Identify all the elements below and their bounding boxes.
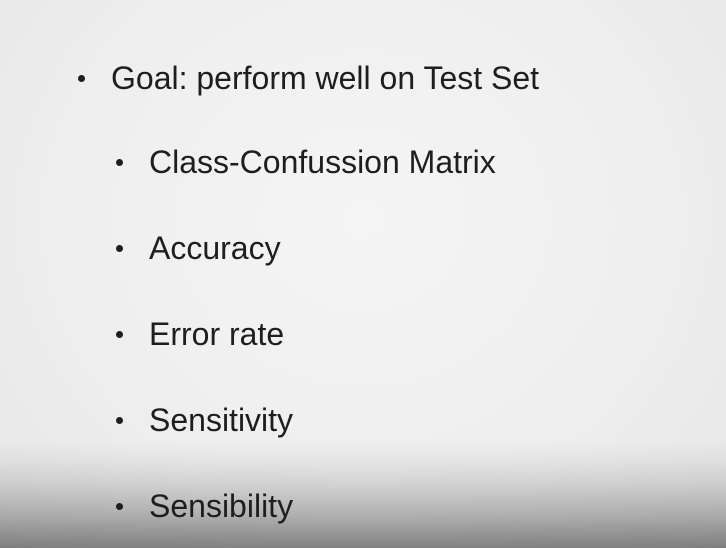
sub-bullet-text: Class-Confussion Matrix [149, 143, 496, 180]
main-bullet: Goal: perform well on Test Set [78, 58, 539, 98]
bullet-icon [116, 416, 123, 424]
sub-bullet: Sensitivity [116, 400, 293, 440]
sub-bullet: Sensibility [116, 486, 293, 526]
sub-bullet: Error rate [116, 314, 284, 354]
bullet-icon [116, 244, 123, 252]
slide: Goal: perform well on Test Set Class-Con… [0, 0, 726, 548]
bullet-icon [78, 74, 85, 82]
sub-bullet: Class-Confussion Matrix [116, 142, 496, 182]
sub-bullet-text: Sensitivity [149, 401, 294, 438]
bullet-icon [116, 502, 123, 510]
sub-bullet-text: Error rate [149, 315, 285, 352]
bullet-icon [116, 158, 123, 166]
main-bullet-text: Goal: perform well on Test Set [111, 59, 540, 96]
bullet-icon [116, 330, 123, 338]
sub-bullet-text: Sensibility [149, 487, 294, 524]
sub-bullet: Accuracy [116, 228, 281, 268]
sub-bullet-text: Accuracy [149, 229, 281, 266]
